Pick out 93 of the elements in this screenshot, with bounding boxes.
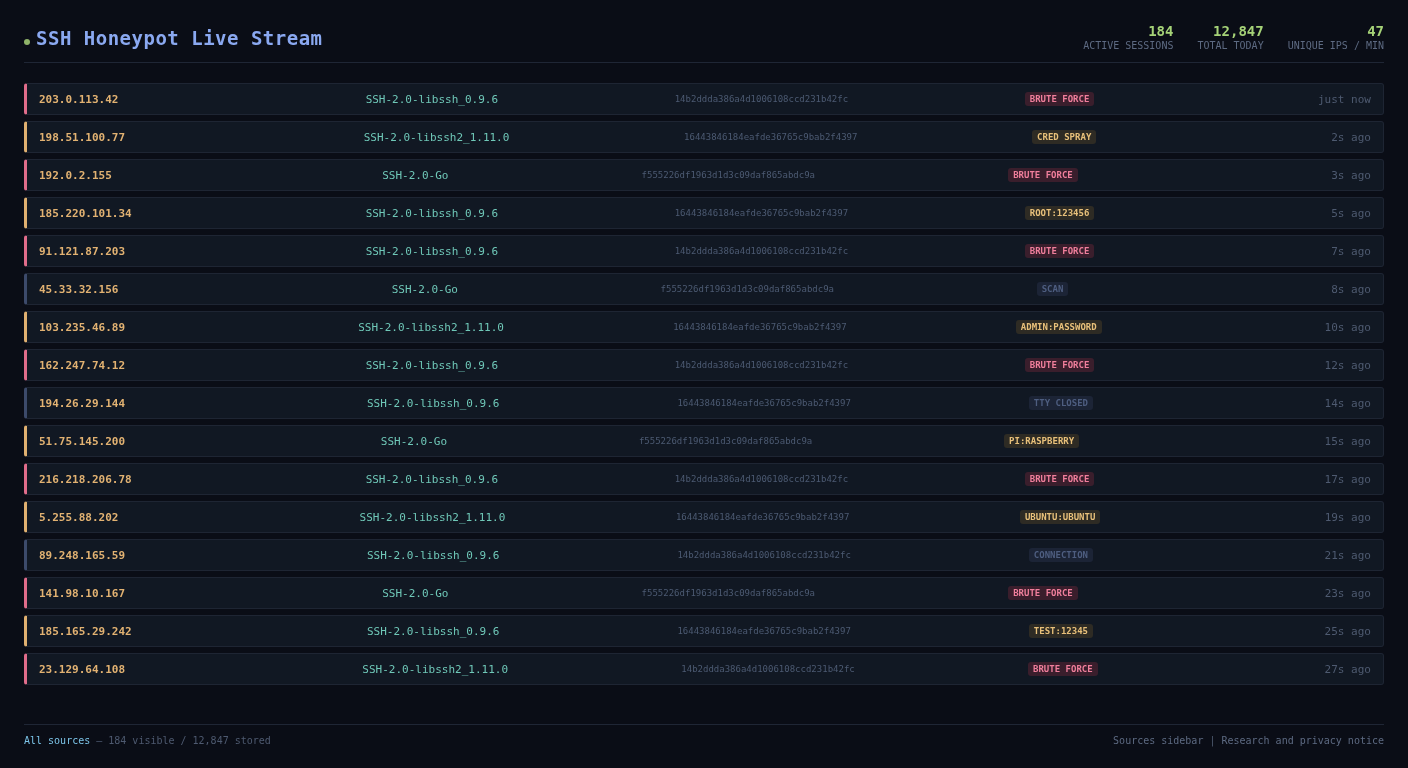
fingerprint-hash: 16443846184eafde36765c9bab2f4397 (677, 626, 851, 636)
link-separator: | (1209, 735, 1216, 746)
event-time: 12s ago (1323, 358, 1371, 372)
ip-address: 23.129.64.108 (39, 662, 127, 676)
stat-label: TOTAL TODAY (1197, 39, 1264, 52)
event-tag: BRUTE FORCE (1024, 92, 1095, 106)
event-tag: BRUTE FORCE (1024, 244, 1095, 258)
fingerprint-hash: 14b2ddda386a4d1006108ccd231b42fc (674, 246, 849, 256)
ssh-version-text: SSH-2.0-Go (382, 168, 449, 182)
ip-address: 5.255.88.202 (39, 510, 120, 524)
event-tag: BRUTE FORCE (1008, 586, 1078, 600)
ssh-version-text: SSH-2.0-libssh_0.9.6 (365, 358, 499, 372)
fingerprint-hash: 14b2ddda386a4d1006108ccd231b42fc (674, 94, 849, 104)
ip-address: 91.121.87.203 (39, 244, 127, 258)
event-tag: CONNECTION (1028, 548, 1093, 562)
footer-summary: — 184 visible / 12,847 stored (96, 735, 271, 746)
ssh-version-text: SSH-2.0-libssh_0.9.6 (365, 244, 499, 258)
fingerprint-hash: 16443846184eafde36765c9bab2f4397 (675, 512, 850, 522)
fingerprint-hash: f555226df1963d1d3c09daf865abdc9a (641, 170, 815, 180)
ip-address: 51.75.145.200 (39, 434, 127, 448)
page-title: SSH Honeypot Live Stream (36, 27, 323, 49)
ssh-version-text: SSH-2.0-libssh_0.9.6 (365, 472, 499, 486)
ip-address: 216.218.206.78 (39, 472, 133, 486)
event-tag: TTY CLOSED (1028, 396, 1093, 410)
ip-address: 192.0.2.155 (39, 168, 113, 182)
event-time: 21s ago (1323, 548, 1371, 562)
fingerprint-hash: f555226df1963d1d3c09daf865abdc9a (641, 588, 815, 598)
stat-value: 184 (1148, 24, 1174, 39)
event-tag: BRUTE FORCE (1028, 662, 1098, 676)
ip-address: 162.247.74.12 (39, 358, 127, 372)
event-time: 19s ago (1323, 510, 1371, 524)
ip-address: 141.98.10.167 (39, 586, 127, 600)
ssh-version-text: SSH-2.0-Go (380, 434, 448, 448)
event-time: 5s ago (1330, 206, 1371, 220)
footer-link[interactable]: Research and privacy notice (1221, 735, 1384, 746)
stat-label: ACTIVE SESSIONS (1083, 39, 1174, 52)
fingerprint-hash: 16443846184eafde36765c9bab2f4397 (677, 398, 851, 408)
ip-address: 185.165.29.242 (39, 624, 133, 638)
event-tag: BRUTE FORCE (1024, 358, 1095, 372)
event-time: 14s ago (1323, 396, 1371, 410)
ssh-version-text: SSH-2.0-libssh2_1.11.0 (363, 130, 510, 144)
fingerprint-hash: 16443846184eafde36765c9bab2f4397 (674, 208, 849, 218)
event-time: 15s ago (1323, 434, 1371, 448)
ssh-version-text: SSH-2.0-Go (382, 586, 449, 600)
event-tag: SCAN (1036, 282, 1069, 296)
event-tag: ADMIN:PASSWORD (1015, 320, 1102, 334)
event-time: just now (1316, 92, 1371, 106)
ssh-version-text: SSH-2.0-libssh_0.9.6 (367, 396, 500, 410)
all-sources-link[interactable]: All sources (24, 735, 91, 746)
ip-address: 89.248.165.59 (39, 548, 127, 562)
ip-address: 198.51.100.77 (39, 130, 127, 144)
event-tag: UBUNTU:UBUNTU (1019, 510, 1101, 524)
fingerprint-hash: f555226df1963d1d3c09daf865abdc9a (638, 436, 813, 446)
fingerprint-hash: 14b2ddda386a4d1006108ccd231b42fc (674, 474, 849, 484)
ssh-version-text: SSH-2.0-libssh_0.9.6 (367, 548, 500, 562)
event-tag: PI:RASPBERRY (1004, 434, 1080, 448)
fingerprint-hash: 16443846184eafde36765c9bab2f4397 (673, 322, 847, 332)
stat-label: UNIQUE IPS / MIN (1287, 39, 1384, 52)
event-tag: CRED SPRAY (1032, 130, 1097, 144)
footer-link[interactable]: Sources sidebar (1113, 735, 1204, 746)
stat-value: 12,847 (1213, 24, 1264, 39)
ssh-version-text: SSH-2.0-Go (391, 282, 458, 296)
fingerprint-hash: 14b2ddda386a4d1006108ccd231b42fc (674, 360, 849, 370)
ssh-version-text: SSH-2.0-libssh_0.9.6 (365, 92, 499, 106)
event-time: 25s ago (1323, 624, 1371, 638)
event-tag: TEST:12345 (1028, 624, 1093, 638)
event-time: 2s ago (1330, 130, 1371, 144)
ip-address: 203.0.113.42 (39, 92, 120, 106)
ssh-version-text: SSH-2.0-libssh2_1.11.0 (358, 320, 504, 334)
ip-address: 103.235.46.89 (39, 320, 127, 334)
ip-address: 45.33.32.156 (39, 282, 120, 296)
ssh-version-text: SSH-2.0-libssh2_1.11.0 (362, 662, 508, 676)
ssh-version-text: SSH-2.0-libssh_0.9.6 (367, 624, 500, 638)
event-time: 23s ago (1323, 586, 1371, 600)
ssh-version-text: SSH-2.0-libssh2_1.11.0 (359, 510, 506, 524)
ip-address: 185.220.101.34 (39, 206, 133, 220)
fingerprint-hash: 16443846184eafde36765c9bab2f4397 (684, 132, 858, 142)
event-time: 3s ago (1330, 168, 1371, 182)
event-time: 7s ago (1330, 244, 1371, 258)
fingerprint-hash: 14b2ddda386a4d1006108ccd231b42fc (681, 664, 855, 674)
live-status-dot (24, 39, 30, 45)
event-time: 27s ago (1323, 662, 1371, 676)
event-time: 17s ago (1323, 472, 1371, 486)
event-time: 10s ago (1323, 320, 1371, 334)
event-time: 8s ago (1330, 282, 1371, 296)
fingerprint-hash: 14b2ddda386a4d1006108ccd231b42fc (677, 550, 851, 560)
event-tag: BRUTE FORCE (1008, 168, 1078, 182)
fingerprint-hash: f555226df1963d1d3c09daf865abdc9a (660, 284, 834, 294)
event-tag: BRUTE FORCE (1024, 472, 1095, 486)
ip-address: 194.26.29.144 (39, 396, 127, 410)
ssh-version-text: SSH-2.0-libssh_0.9.6 (365, 206, 499, 220)
stat-value: 47 (1367, 24, 1384, 39)
event-tag: ROOT:123456 (1024, 206, 1095, 220)
